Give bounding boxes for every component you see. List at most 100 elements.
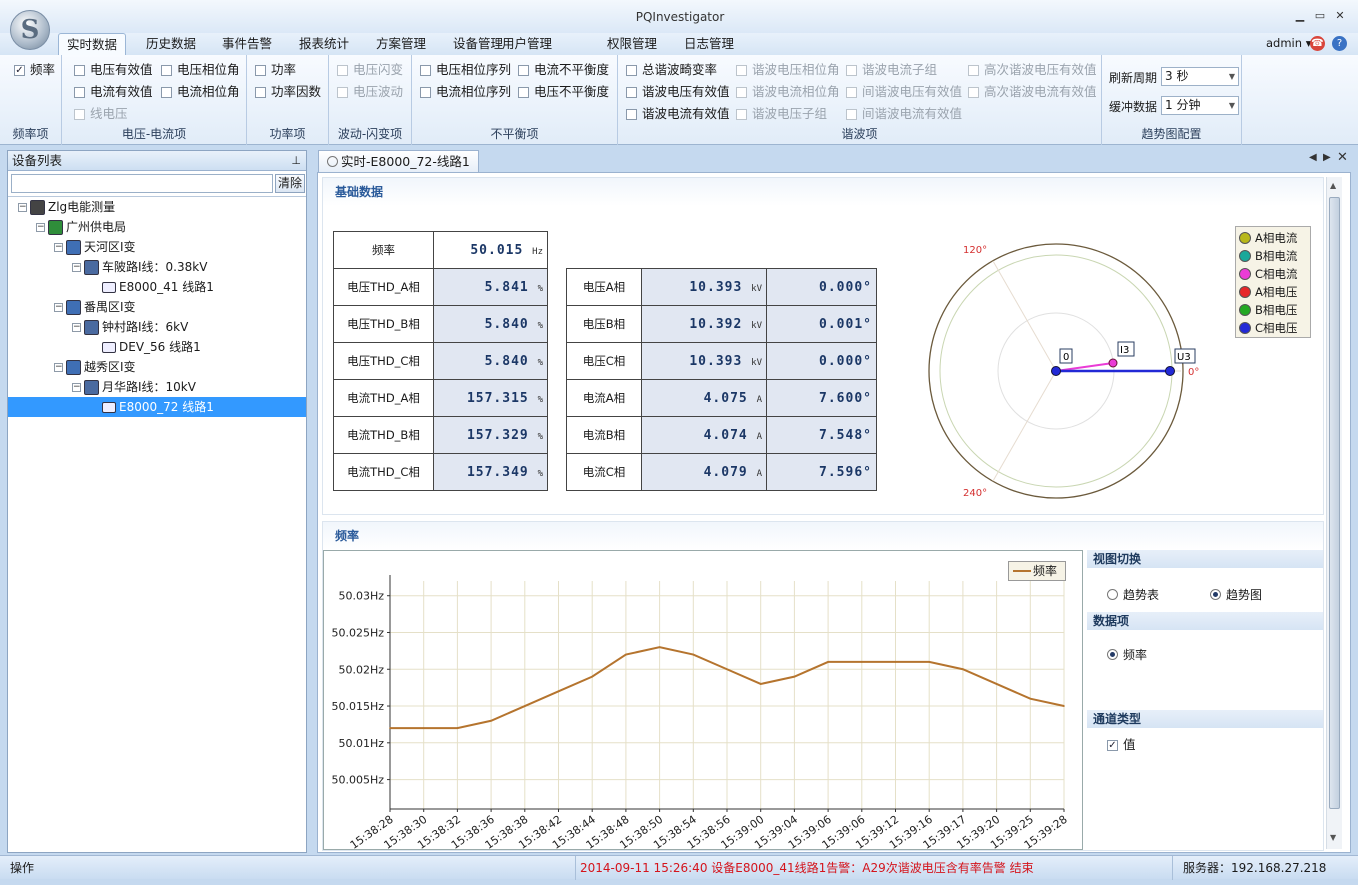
tab-next-icon[interactable]: ▶: [1323, 152, 1331, 163]
ribbon-checkbox-harmonic-5[interactable]: 谐波电流相位角: [736, 83, 840, 101]
radio-trend-table[interactable]: 趋势表: [1107, 585, 1159, 603]
ribbon-checkbox-g-vi-4[interactable]: 线电压: [74, 105, 128, 123]
status-alarm[interactable]: 2014-09-11 15:26:40 设备E8000_41线路1告警：A29次…: [575, 856, 1034, 880]
tree-node-9[interactable]: − 月华路I线：10kV: [8, 377, 306, 397]
thd-row: 电压THD_C相 5.840 %: [333, 342, 548, 380]
ribbon-checkbox-g-power-1[interactable]: 功率因数: [255, 83, 321, 101]
ribbon-checkbox-g-unbalance-0[interactable]: 电压相位序列: [420, 61, 511, 79]
tree-node-6[interactable]: − 钟村路I线：6kV: [8, 317, 306, 337]
device-search-input[interactable]: [11, 174, 273, 193]
collapse-icon[interactable]: −: [36, 222, 45, 232]
ribbon-checkbox-harmonic-0[interactable]: 总谐波畸变率: [626, 61, 717, 79]
data-point: [422, 727, 425, 729]
pin-icon[interactable]: ⊥: [291, 151, 301, 171]
tree-node-0[interactable]: − Zlg电能测量: [8, 197, 306, 217]
ribbon-checkbox-harmonic-2[interactable]: 谐波电流子组: [846, 61, 937, 79]
tree-node-8[interactable]: − 越秀区I变: [8, 357, 306, 377]
collapse-icon[interactable]: −: [72, 262, 81, 272]
ribbon-checkbox-g-vi-2[interactable]: 电流有效值: [74, 83, 153, 101]
checkbox-checked-icon: ✓: [1107, 739, 1118, 751]
collapse-icon[interactable]: −: [18, 202, 27, 212]
menu-tab-3[interactable]: 报表统计: [291, 33, 357, 55]
ribbon-checkbox-g-unbalance-2[interactable]: 电流相位序列: [420, 83, 511, 101]
menu-tab-4[interactable]: 方案管理: [368, 33, 434, 55]
ribbon-checkbox-harmonic-7[interactable]: 高次谐波电流有效值: [968, 83, 1097, 101]
device-icon: [102, 281, 116, 293]
phasor-legend-item: C相电压: [1235, 319, 1310, 337]
ribbon-checkbox-g-flicker-1[interactable]: 电压波动: [337, 83, 403, 101]
app-logo-icon[interactable]: S: [10, 10, 50, 50]
ribbon-checkbox-harmonic-4[interactable]: 谐波电压有效值: [626, 83, 730, 101]
ribbon-checkbox-harmonic-1[interactable]: 谐波电压相位角: [736, 61, 840, 79]
buffer-select[interactable]: 1 分钟 ▼: [1161, 96, 1239, 115]
channel-value-checkbox[interactable]: ✓ 值: [1107, 736, 1136, 754]
phasor-legend-item: B相电流: [1235, 247, 1310, 265]
checkbox-icon: [337, 64, 348, 76]
menu-tab-0[interactable]: 实时数据: [58, 33, 127, 55]
collapse-icon[interactable]: −: [54, 362, 63, 372]
tree-node-2[interactable]: − 天河区I变: [8, 237, 306, 257]
help-icon[interactable]: ?: [1332, 36, 1347, 51]
tree-node-1[interactable]: − 广州供电局: [8, 217, 306, 237]
tree-node-7[interactable]: DEV_56 线路1: [8, 337, 306, 357]
checkbox-icon: [74, 64, 85, 76]
ribbon-checkbox-harmonic-3[interactable]: 高次谐波电压有效值: [968, 61, 1097, 79]
close-icon[interactable]: ✕: [1333, 10, 1347, 22]
collapse-icon[interactable]: −: [54, 242, 63, 252]
freq-row: 频率 50.015 Hz: [333, 231, 548, 269]
phasor-axis-240: [992, 370, 1057, 482]
ribbon-checkbox-harmonic-6[interactable]: 间谐波电压有效值: [846, 83, 962, 101]
checkbox-icon: [74, 108, 85, 120]
ribbon-checkbox-g-flicker-0[interactable]: 电压闪变: [337, 61, 403, 79]
user-menu[interactable]: admin ▾: [1266, 33, 1311, 55]
menu-tab-7[interactable]: 权限管理: [599, 33, 665, 55]
checkbox-icon: [846, 108, 857, 120]
group-vi: 电压有效值 电压相位角 电流有效值 电流相位角 线电压 电压-电流项: [62, 55, 247, 145]
trend-chart-frame: 50.03Hz 50.025Hz 50.02Hz 50.015Hz 50.01Hz 50.…: [323, 550, 1083, 852]
line-icon: [84, 319, 99, 335]
collapse-icon[interactable]: −: [72, 382, 81, 392]
tree-node-3[interactable]: − 车陂路I线：0.38kV: [8, 257, 306, 277]
ribbon-checkbox-g-power-0[interactable]: 功率: [255, 61, 296, 79]
collapse-icon[interactable]: −: [72, 322, 81, 332]
checkbox-icon: [846, 86, 857, 98]
ribbon-checkbox-g-unbalance-1[interactable]: 电流不平衡度: [518, 61, 609, 79]
checkbox-label: 电压波动: [353, 84, 404, 99]
ribbon-checkbox-harmonic-8[interactable]: 谐波电流有效值: [626, 105, 730, 123]
data-point: [928, 661, 930, 663]
ribbon-checkbox-g-freq-0[interactable]: ✓ 频率: [14, 61, 55, 79]
radio-trend-chart[interactable]: 趋势图: [1210, 585, 1262, 603]
ribbon-checkbox-g-unbalance-3[interactable]: 电压不平衡度: [518, 83, 609, 101]
minimize-icon[interactable]: ▁: [1293, 10, 1307, 22]
phase-label: 电压C相: [566, 342, 642, 380]
refresh-select[interactable]: 3 秒 ▼: [1161, 67, 1239, 86]
tab-close-icon[interactable]: ✕: [1337, 150, 1348, 165]
basic-data-title: 基础数据: [323, 178, 1323, 206]
tree-node-10[interactable]: E8000_72 线路1: [8, 397, 306, 417]
line-icon: [84, 259, 99, 275]
ribbon-checkbox-g-vi-0[interactable]: 电压有效值: [74, 61, 153, 79]
ribbon-checkbox-g-vi-3[interactable]: 电流相位角: [161, 83, 240, 101]
menu-tab-2[interactable]: 事件告警: [214, 33, 280, 55]
menu-tab-6[interactable]: 用户管理: [494, 33, 560, 55]
ribbon-checkbox-harmonic-10[interactable]: 间谐波电流有效值: [846, 105, 962, 123]
dropdown-arrow-icon: ▼: [1228, 72, 1235, 81]
legend-marker-icon: [1235, 268, 1255, 280]
phone-icon[interactable]: ☎: [1310, 36, 1325, 51]
vertical-scrollbar[interactable]: ▲ ▼: [1326, 177, 1342, 849]
menu-tab-1[interactable]: 历史数据: [138, 33, 204, 55]
tree-node-4[interactable]: E8000_41 线路1: [8, 277, 306, 297]
tree-node-5[interactable]: − 番禺区I变: [8, 297, 306, 317]
maximize-icon[interactable]: ▭: [1313, 10, 1327, 22]
thd-row: 电压THD_A相 5.841 %: [333, 268, 548, 306]
menu-tab-8[interactable]: 日志管理: [676, 33, 742, 55]
ribbon-checkbox-g-vi-1[interactable]: 电压相位角: [161, 61, 240, 79]
ribbon-checkbox-harmonic-9[interactable]: 谐波电压子组: [736, 105, 827, 123]
phase-table: 电压A相 10.393 kV 0.000° 电压B相 10.392 kV 0.001° 电压…: [566, 268, 877, 491]
document-tab[interactable]: 实时-E8000_72-线路1: [318, 150, 479, 172]
clear-button[interactable]: 清除: [275, 174, 305, 193]
group-harmonic-label: 谐波项: [841, 127, 878, 141]
tab-prev-icon[interactable]: ◀: [1309, 152, 1317, 163]
radio-data-frequency[interactable]: 频率: [1107, 645, 1147, 663]
collapse-icon[interactable]: −: [54, 302, 63, 312]
